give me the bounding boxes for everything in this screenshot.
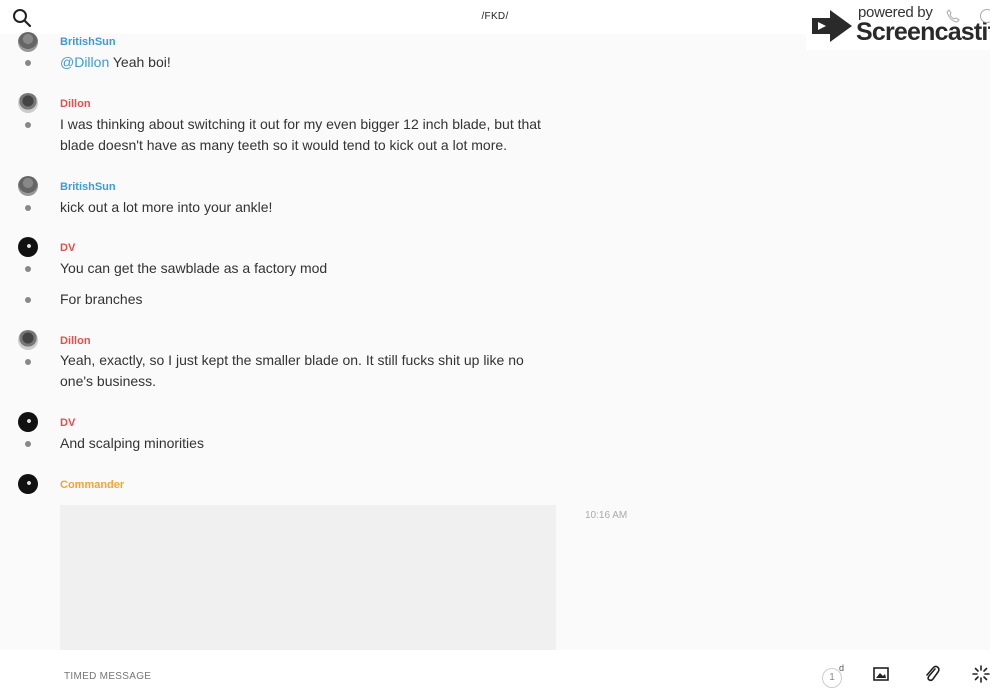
message-text: Yeah, exactly, so I just kept the smalle… xyxy=(60,352,524,389)
message-username[interactable]: BritishSun xyxy=(60,181,116,193)
message-text-body: Yeah boi! xyxy=(109,54,171,70)
message-username[interactable]: DV xyxy=(60,242,75,254)
timed-message-input[interactable] xyxy=(62,666,666,686)
message-status-dot xyxy=(25,297,31,303)
paperclip-icon[interactable] xyxy=(923,664,941,684)
message-text: @Dillon Yeah boi! xyxy=(60,52,560,73)
message-username[interactable]: DV xyxy=(60,417,75,429)
avatar[interactable] xyxy=(18,237,38,257)
info-icon[interactable] xyxy=(980,9,990,23)
timer-unit: d xyxy=(839,663,845,673)
message-text: kick out a lot more into your ankle! xyxy=(60,199,273,215)
message-status-dot xyxy=(25,205,31,211)
message-status-dot xyxy=(25,441,31,447)
message-composer: 1 d xyxy=(0,650,990,700)
message-status-dot xyxy=(25,359,31,365)
sparkle-icon[interactable] xyxy=(972,665,990,683)
image-icon[interactable] xyxy=(873,666,889,682)
message-status-dot xyxy=(25,122,31,128)
avatar[interactable] xyxy=(18,176,38,196)
message-username[interactable]: Commander xyxy=(60,479,124,491)
message-timestamp: 10:16 AM xyxy=(585,510,628,521)
mention-link[interactable]: @Dillon xyxy=(60,54,109,70)
avatar[interactable] xyxy=(18,474,38,494)
message-text: For branches xyxy=(60,291,143,307)
phone-icon[interactable] xyxy=(946,9,960,23)
avatar[interactable] xyxy=(18,330,38,350)
avatar[interactable] xyxy=(18,412,38,432)
message-username[interactable]: Dillon xyxy=(60,98,91,110)
message-text: You can get the sawblade as a factory mo… xyxy=(60,260,328,276)
message-text: I was thinking about switching it out fo… xyxy=(60,116,541,153)
timer-button[interactable]: 1 d xyxy=(822,663,850,688)
watermark-brand: Screencastify xyxy=(856,18,990,46)
message-username[interactable]: Dillon xyxy=(60,335,91,347)
screencastify-logo-icon xyxy=(812,10,852,42)
avatar[interactable] xyxy=(18,93,38,113)
avatar[interactable] xyxy=(18,32,38,52)
message-status-dot xyxy=(25,60,31,66)
media-attachment[interactable] xyxy=(60,505,556,650)
message-text: And scalping minorities xyxy=(60,435,204,451)
screencastify-watermark: powered by Screencastify xyxy=(806,0,990,50)
message-username[interactable]: BritishSun xyxy=(60,36,116,48)
message-status-dot xyxy=(25,266,31,272)
